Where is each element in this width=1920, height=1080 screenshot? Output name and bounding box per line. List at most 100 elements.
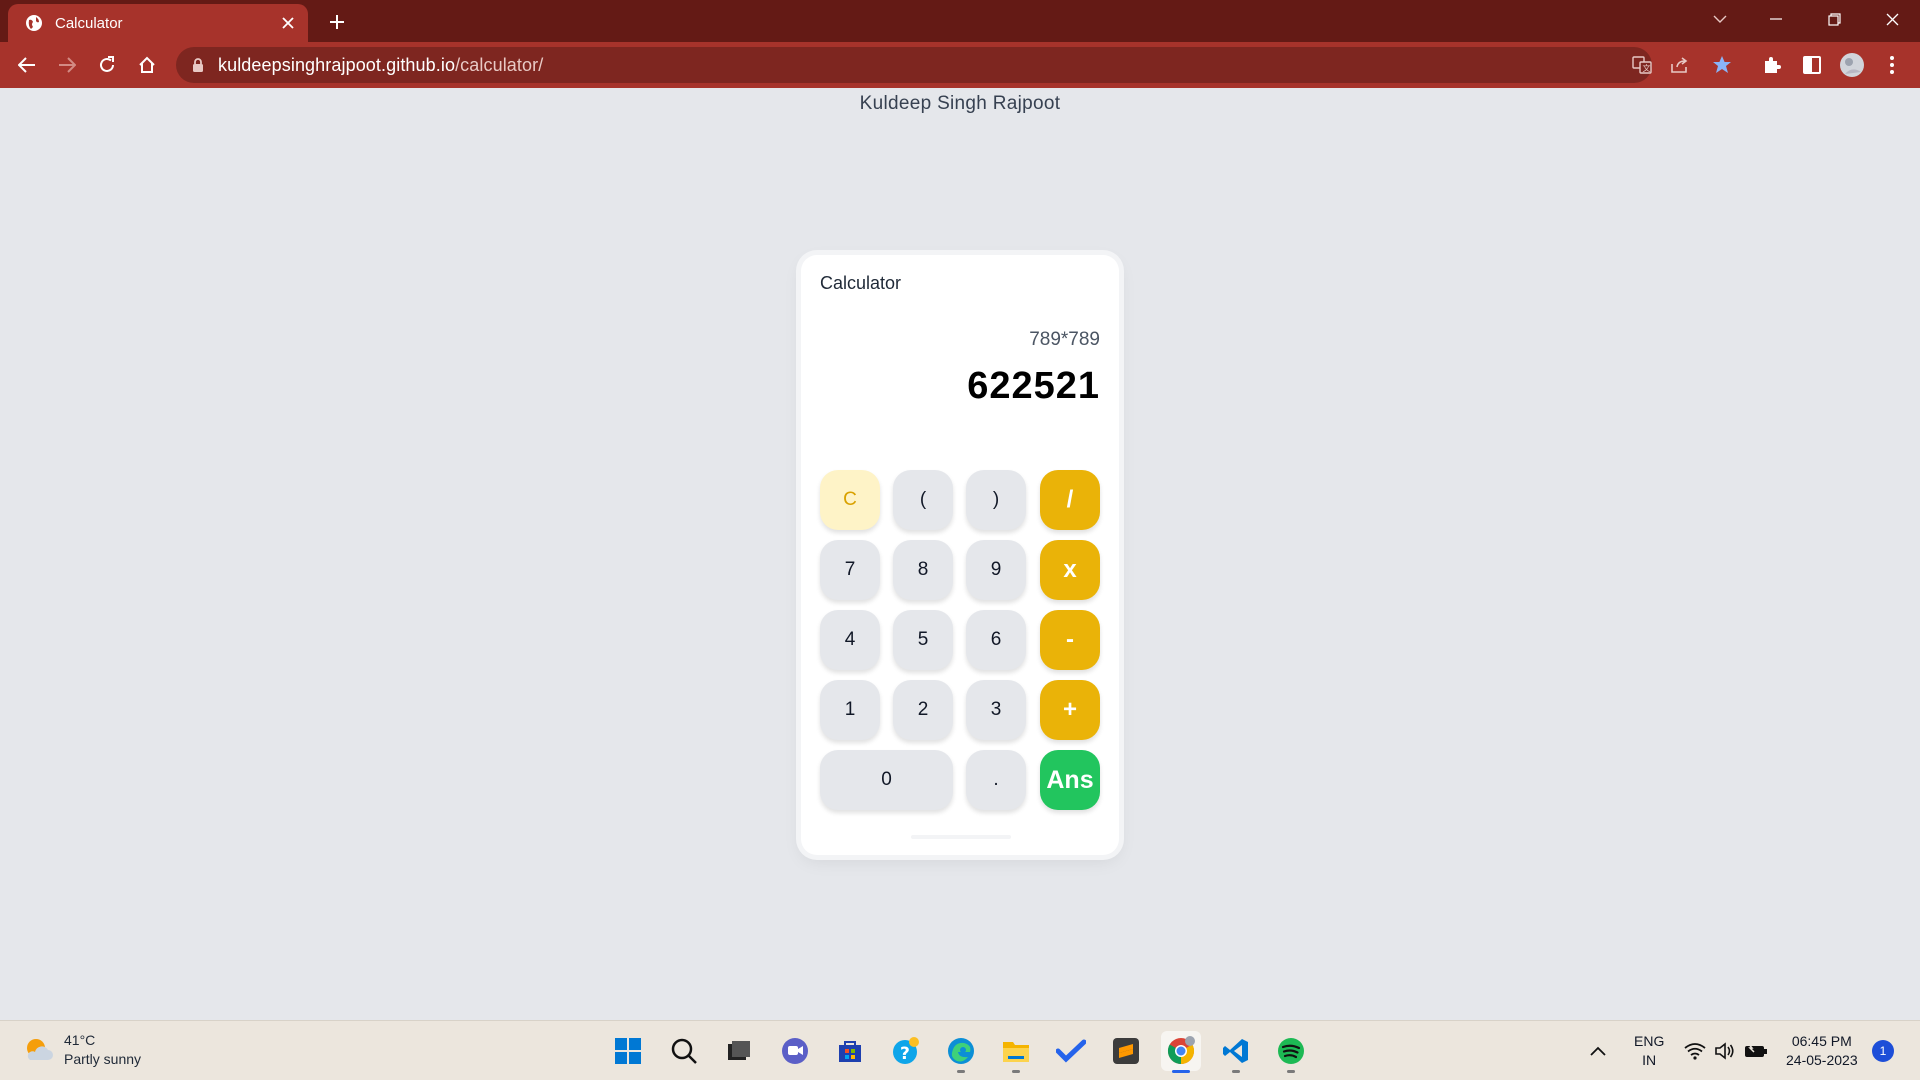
arrow-left-icon — [18, 57, 35, 73]
battery-charging-icon — [1745, 1043, 1767, 1057]
notification-badge[interactable]: 1 — [1872, 1040, 1894, 1062]
sublime-icon — [1113, 1038, 1139, 1064]
calculator-card: Calculator 789*789 622521 C ( ) / 7 8 9 … — [801, 255, 1119, 855]
share-icon — [1671, 57, 1688, 73]
running-indicator — [1172, 1070, 1190, 1073]
quick-settings-button[interactable] — [1684, 1021, 1768, 1080]
edge-button[interactable] — [941, 1031, 981, 1073]
sublime-text-button[interactable] — [1106, 1031, 1146, 1071]
clock[interactable]: 06:45 PM 24-05-2023 — [1786, 1021, 1858, 1080]
help-icon: ? — [893, 1037, 919, 1064]
lock-icon[interactable] — [190, 57, 206, 73]
extensions-button[interactable] — [1756, 49, 1788, 81]
todo-button[interactable] — [1051, 1031, 1091, 1071]
minimize-button[interactable] — [1748, 0, 1804, 38]
digit-9-button[interactable]: 9 — [966, 540, 1026, 600]
new-tab-button[interactable] — [322, 7, 352, 37]
close-window-button[interactable] — [1864, 0, 1920, 38]
forward-button[interactable] — [51, 49, 83, 81]
browser-titlebar: Calculator — [0, 0, 1920, 42]
tab-close-icon[interactable] — [274, 9, 302, 37]
edge-icon — [948, 1038, 974, 1064]
close-paren-button[interactable]: ) — [966, 470, 1026, 530]
divide-button[interactable]: / — [1040, 470, 1100, 530]
digit-4-button[interactable]: 4 — [820, 610, 880, 670]
chat-button[interactable] — [775, 1031, 815, 1071]
star-icon — [1713, 56, 1731, 73]
address-bar[interactable]: kuldeepsinghrajpoot.github.io/calculator… — [176, 47, 1652, 83]
weather-widget[interactable]: 41°C Partly sunny — [22, 1031, 141, 1069]
start-button[interactable] — [608, 1031, 648, 1071]
url-text: kuldeepsinghrajpoot.github.io/calculator… — [218, 55, 543, 76]
reload-button[interactable] — [91, 49, 123, 81]
tab-search-button[interactable] — [1692, 0, 1748, 38]
chevron-down-icon — [1713, 15, 1727, 23]
svg-text:文: 文 — [1643, 63, 1651, 73]
reload-icon — [100, 56, 114, 72]
globe-icon — [26, 15, 42, 31]
folder-icon — [1003, 1042, 1029, 1062]
home-button[interactable] — [131, 49, 163, 81]
digit-6-button[interactable]: 6 — [966, 610, 1026, 670]
minus-button[interactable]: - — [1040, 610, 1100, 670]
get-help-button[interactable]: ? — [886, 1031, 926, 1071]
browser-tab[interactable]: Calculator — [8, 4, 308, 42]
vscode-button[interactable] — [1216, 1031, 1256, 1073]
todo-check-icon — [1056, 1039, 1086, 1063]
digit-5-button[interactable]: 5 — [893, 610, 953, 670]
result-display: 622521 — [967, 365, 1100, 407]
kebab-menu-icon — [1890, 56, 1894, 74]
digit-0-button[interactable]: 0 — [820, 750, 953, 810]
spotify-button[interactable] — [1271, 1031, 1311, 1073]
bottom-handle — [911, 835, 1011, 839]
browser-toolbar: kuldeepsinghrajpoot.github.io/calculator… — [0, 42, 1920, 88]
close-icon — [1886, 13, 1898, 25]
share-button[interactable] — [1664, 49, 1696, 81]
plus-button[interactable]: + — [1040, 680, 1100, 740]
digit-2-button[interactable]: 2 — [893, 680, 953, 740]
side-panel-icon — [1803, 56, 1821, 74]
spotify-icon — [1278, 1038, 1304, 1064]
translate-button[interactable]: 文 — [1626, 49, 1658, 81]
multiply-button[interactable]: x — [1040, 540, 1100, 600]
back-button[interactable] — [11, 49, 43, 81]
store-button[interactable] — [830, 1031, 870, 1071]
running-indicator — [1287, 1070, 1295, 1073]
taskbar-search-button[interactable] — [664, 1031, 704, 1071]
clock-date: 24-05-2023 — [1786, 1052, 1858, 1068]
calculator-title: Calculator — [820, 273, 902, 293]
digit-3-button[interactable]: 3 — [966, 680, 1026, 740]
language-code: ENG — [1634, 1033, 1665, 1049]
task-view-button[interactable] — [719, 1031, 759, 1071]
profile-button[interactable] — [1836, 49, 1868, 81]
menu-button[interactable] — [1876, 49, 1908, 81]
side-panel-button[interactable] — [1796, 49, 1828, 81]
chevron-up-icon — [1590, 1046, 1606, 1056]
region-code: IN — [1642, 1052, 1657, 1068]
svg-text:?: ? — [900, 1044, 910, 1064]
restore-button[interactable] — [1806, 0, 1862, 38]
windows-start-icon — [615, 1038, 641, 1064]
language-indicator[interactable]: ENG IN — [1634, 1021, 1664, 1080]
answer-button[interactable]: Ans — [1040, 750, 1100, 810]
clear-button[interactable]: C — [820, 470, 880, 530]
minimize-icon — [1770, 18, 1782, 20]
chrome-button[interactable] — [1161, 1031, 1201, 1073]
digit-1-button[interactable]: 1 — [820, 680, 880, 740]
show-hidden-icons-button[interactable] — [1590, 1021, 1606, 1080]
digit-8-button[interactable]: 8 — [893, 540, 953, 600]
running-indicator — [957, 1070, 965, 1073]
partly-sunny-icon — [27, 1039, 53, 1060]
arrow-right-icon — [59, 57, 76, 73]
restore-icon — [1827, 12, 1841, 26]
vscode-icon — [1223, 1039, 1248, 1063]
decimal-point-button[interactable]: . — [966, 750, 1026, 810]
bookmark-button[interactable] — [1706, 49, 1738, 81]
file-explorer-button[interactable] — [996, 1031, 1036, 1073]
windows-taskbar: 41°C Partly sunny ? ENG IN 06:45 PM 24-0… — [0, 1020, 1920, 1080]
digit-7-button[interactable]: 7 — [820, 540, 880, 600]
store-icon — [839, 1041, 861, 1062]
plus-icon — [330, 15, 344, 29]
author-name: Kuldeep Singh Rajpoot — [859, 93, 1061, 114]
open-paren-button[interactable]: ( — [893, 470, 953, 530]
